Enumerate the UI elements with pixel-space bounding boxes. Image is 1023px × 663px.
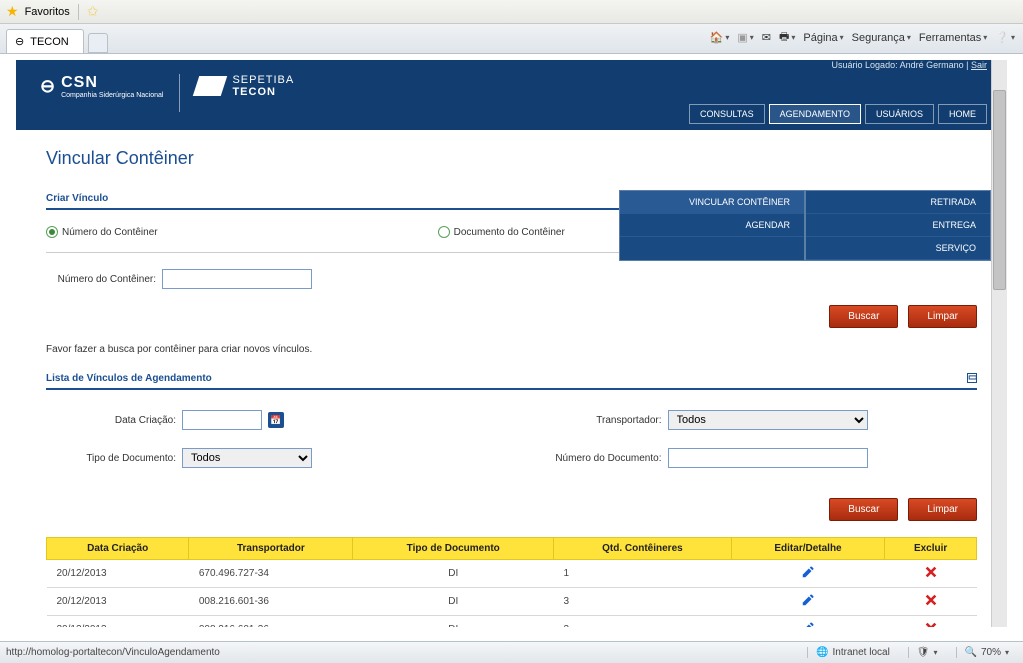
label-container-number: Número do Contêiner: — [46, 274, 156, 285]
cell-data: 20/12/2013 — [47, 588, 189, 616]
submenu-retirada[interactable]: RETIRADA — [806, 191, 990, 214]
submenu-servico[interactable]: SERVIÇO — [806, 237, 990, 260]
browser-tab[interactable]: ⊖ TECON — [6, 29, 84, 53]
submenu-vincular[interactable]: VINCULAR CONTÊINER — [620, 191, 804, 214]
label-data-criacao: Data Criação: — [46, 415, 176, 426]
menu-ferramentas[interactable]: Ferramentas▾ — [919, 32, 987, 44]
browser-toolbar: 🏠▾ ▣▾ ✉ 🖶▾ Página▾ Segurança▾ Ferramenta… — [710, 28, 1015, 47]
cell-qtd: 3 — [554, 616, 732, 628]
label-transportador: Transportador: — [532, 415, 662, 426]
tab-title: TECON — [30, 36, 69, 48]
submenu-agendar[interactable]: AGENDAR — [620, 214, 804, 237]
logo-csn: ⊖ CSN Companhia Siderúrgica Nacional — [40, 74, 163, 99]
help-icon[interactable]: ❔▾ — [995, 31, 1015, 44]
buscar-filtro-button[interactable]: Buscar — [829, 498, 898, 521]
logout-link[interactable]: Sair — [971, 60, 987, 70]
nav-agendamento[interactable]: AGENDAMENTO — [769, 104, 861, 124]
th-transp: Transportador — [189, 538, 353, 560]
cell-qtd: 1 — [554, 560, 732, 588]
submenu-entrega[interactable]: ENTREGA — [806, 214, 990, 237]
cell-transp: 008.216.601-36 — [189, 616, 353, 628]
buttons-criar: Buscar Limpar — [46, 305, 977, 328]
mail-icon[interactable]: ✉ — [762, 31, 771, 44]
search-hint: Favor fazer a busca por contêiner para c… — [46, 344, 977, 355]
top-nav: CONSULTAS AGENDAMENTO USUÁRIOS HOME — [689, 104, 987, 124]
radio-container[interactable]: Número do Contêiner — [46, 226, 158, 238]
cell-tipo: DI — [353, 616, 554, 628]
user-info: Usuário Logado: André Germano | Sair — [832, 60, 987, 70]
filter-grid: Data Criação: 📅 Transportador: Todos Tip… — [46, 410, 977, 478]
input-data-criacao[interactable] — [182, 410, 262, 430]
calendar-icon[interactable]: 📅 — [268, 412, 284, 428]
globe-icon: 🌐 — [816, 647, 828, 658]
favorites-bar: ★ Favoritos ✩ — [0, 0, 1023, 24]
edit-icon[interactable] — [800, 599, 816, 610]
th-qtd: Qtd. Contêineres — [554, 538, 732, 560]
vertical-scrollbar[interactable] — [991, 60, 1007, 627]
status-url: http://homolog-portaltecon/VinculoAgenda… — [6, 647, 807, 658]
submenu-dropdown: VINCULAR CONTÊINER AGENDAR RETIRADA ENTR… — [619, 190, 991, 261]
select-tipo-doc[interactable]: Todos — [182, 448, 312, 468]
tab-favicon: ⊖ — [15, 35, 24, 48]
nav-home[interactable]: HOME — [938, 104, 987, 124]
row-container-number: Número do Contêiner: — [46, 269, 977, 289]
edit-icon[interactable] — [800, 571, 816, 582]
star-icon[interactable]: ★ — [6, 3, 19, 20]
buttons-filtro: Buscar Limpar — [46, 498, 977, 521]
feed-icon[interactable]: ▣▾ — [737, 31, 753, 44]
limpar-filtro-button[interactable]: Limpar — [908, 498, 977, 521]
label-num-doc: Número do Documento: — [532, 453, 662, 464]
cell-tipo: DI — [353, 560, 554, 588]
submenu-col2: RETIRADA ENTREGA SERVIÇO — [805, 190, 991, 261]
page-title: Vincular Contêiner — [46, 148, 977, 169]
cell-data: 20/12/2013 — [47, 616, 189, 628]
nav-usuarios[interactable]: USUÁRIOS — [865, 104, 934, 124]
buscar-button[interactable]: Buscar — [829, 305, 898, 328]
menu-seguranca[interactable]: Segurança▾ — [852, 32, 911, 44]
browser-tab-bar: ⊖ TECON 🏠▾ ▣▾ ✉ 🖶▾ Página▾ Segurança▾ Fe… — [0, 24, 1023, 54]
status-intranet: 🌐 Intranet local — [807, 647, 898, 658]
cell-transp: 008.216.601-36 — [189, 588, 353, 616]
logo-tecon: SEPETIBATECON — [196, 74, 294, 98]
radio-documento[interactable]: Documento do Contêiner — [438, 226, 565, 238]
nav-consultas[interactable]: CONSULTAS — [689, 104, 765, 124]
delete-icon[interactable] — [923, 571, 939, 582]
add-favorite-icon[interactable]: ✩ — [87, 3, 99, 20]
select-transportador[interactable]: Todos — [668, 410, 868, 430]
favorites-label[interactable]: Favoritos — [25, 6, 70, 18]
cell-transp: 670.496.727-34 — [189, 560, 353, 588]
protected-mode-icon[interactable]: 🛡▾ — [908, 647, 946, 658]
input-num-doc[interactable] — [668, 448, 868, 468]
label-tipo-doc: Tipo de Documento: — [46, 453, 176, 464]
cell-qtd: 3 — [554, 588, 732, 616]
th-data: Data Criação — [47, 538, 189, 560]
section-lista-vinculos: Lista de Vínculos de Agendamento ▭ — [46, 373, 977, 390]
zoom-control[interactable]: 🔍 70% ▾ — [956, 647, 1017, 658]
th-editar: Editar/Detalhe — [731, 538, 884, 560]
app-header: ⊖ CSN Companhia Siderúrgica Nacional SEP… — [16, 60, 1007, 130]
th-tipo: Tipo de Documento — [353, 538, 554, 560]
th-excluir: Excluir — [885, 538, 977, 560]
table-row: 20/12/2013008.216.601-36DI3 — [47, 588, 977, 616]
status-bar: http://homolog-portaltecon/VinculoAgenda… — [0, 641, 1023, 663]
menu-pagina[interactable]: Página▾ — [803, 32, 843, 44]
limpar-button[interactable]: Limpar — [908, 305, 977, 328]
submenu-col1: VINCULAR CONTÊINER AGENDAR — [619, 190, 805, 261]
zoom-icon: 🔍 — [965, 647, 977, 658]
collapse-icon[interactable]: ▭ — [967, 373, 977, 383]
vinculos-table: Data Criação Transportador Tipo de Docum… — [46, 537, 977, 627]
print-icon[interactable]: 🖶▾ — [779, 28, 795, 47]
cell-tipo: DI — [353, 588, 554, 616]
new-tab-button[interactable] — [88, 33, 108, 53]
home-icon[interactable]: 🏠▾ — [710, 31, 730, 44]
cell-data: 20/12/2013 — [47, 560, 189, 588]
delete-icon[interactable] — [923, 599, 939, 610]
content-viewport: ⊖ CSN Companhia Siderúrgica Nacional SEP… — [16, 60, 1007, 627]
table-row: 20/12/2013008.216.601-36DI3 — [47, 616, 977, 628]
input-container-number[interactable] — [162, 269, 312, 289]
table-row: 20/12/2013670.496.727-34DI1 — [47, 560, 977, 588]
